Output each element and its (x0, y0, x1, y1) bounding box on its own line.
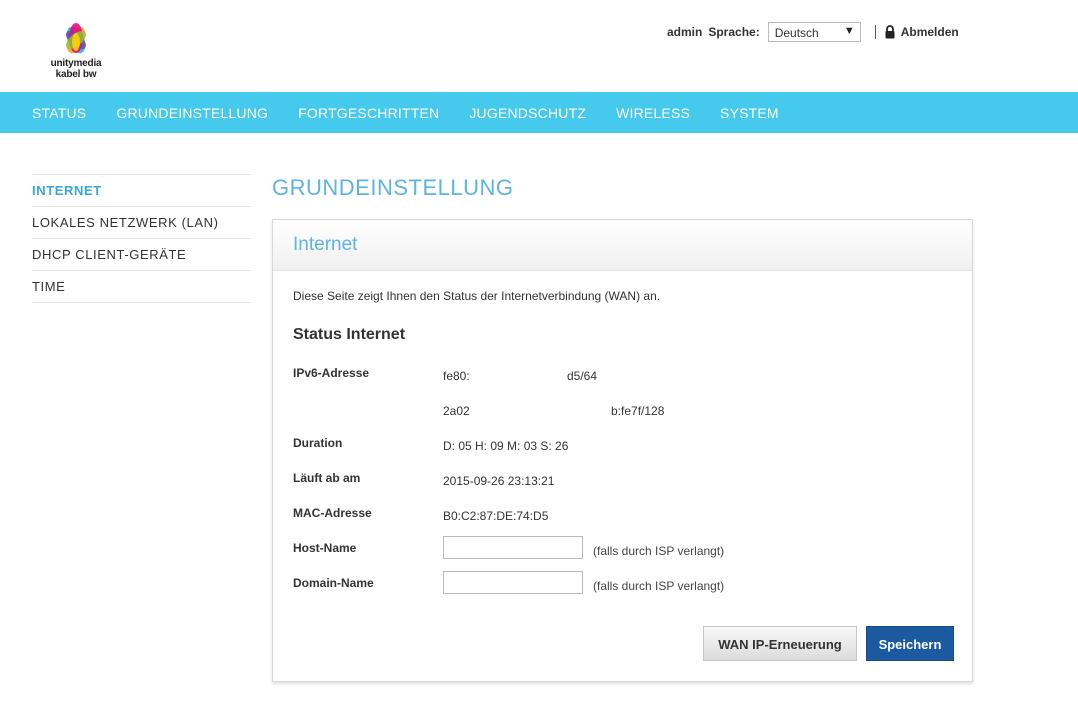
panel-description: Diese Seite zeigt Ihnen den Status der I… (293, 289, 661, 303)
nav-item-wireless[interactable]: WIRELESS (616, 105, 690, 121)
username: admin (667, 25, 703, 39)
nav-item-status[interactable]: STATUS (32, 105, 86, 121)
hostname-hint: (falls durch ISP verlangt) (593, 544, 725, 558)
ipv6-address-2-end: b:fe7f/128 (611, 404, 665, 418)
sidebar-item-lan[interactable]: LOKALES NETZWERK (LAN) (32, 206, 251, 238)
topbar-divider (874, 25, 876, 39)
sidebar-item-dhcp-clients[interactable]: DHCP CLIENT-GERÄTE (32, 238, 251, 270)
ipv6-address-1-end: d5/64 (567, 369, 598, 383)
internet-panel: Internet Diese Seite zeigt Ihnen den Sta… (272, 219, 973, 682)
page-title: GRUNDEINSTELLUNG (272, 175, 514, 200)
sidebar-item-internet[interactable]: INTERNET (32, 174, 251, 206)
expires-label: Läuft ab am (293, 471, 361, 485)
duration-label: Duration (293, 436, 343, 450)
panel-title: Internet (293, 234, 358, 255)
section-title: Status Internet (293, 326, 406, 343)
nav-item-system[interactable]: SYSTEM (720, 105, 779, 121)
nav-item-grundeinstellung[interactable]: GRUNDEINSTELLUNG (116, 105, 268, 121)
nav-item-jugendschutz[interactable]: JUGENDSCHUTZ (469, 105, 586, 121)
hostname-label: Host-Name (293, 541, 357, 555)
domainname-input[interactable] (443, 571, 583, 594)
ipv6-label: IPv6-Adresse (293, 366, 370, 380)
logo-flame-icon (66, 23, 86, 54)
expires-value: 2015-09-26 23:13:21 (443, 474, 555, 488)
domainname-label: Domain-Name (293, 576, 374, 590)
hostname-input[interactable] (443, 536, 583, 559)
ipv6-address-2-start: 2a02 (443, 404, 470, 418)
unitymedia-logo[interactable]: unitymedia kabel bw (46, 18, 106, 84)
brand-name: unitymedia (50, 58, 102, 69)
sidebar-item-time[interactable]: TIME (32, 270, 251, 303)
main-navigation: STATUS GRUNDEINSTELLUNG FORTGESCHRITTEN … (0, 92, 1078, 133)
language-select-value: Deutsch (774, 26, 819, 40)
duration-value: D: 05 H: 09 M: 03 S: 26 (443, 439, 569, 453)
dropdown-arrow-icon: ▼ (843, 25, 855, 37)
language-label: Sprache: (708, 25, 760, 39)
nav-item-fortgeschritten[interactable]: FORTGESCHRITTEN (298, 105, 439, 121)
language-select[interactable]: Deutsch ▼ (767, 22, 861, 42)
lock-icon (885, 25, 895, 39)
brand-subname: kabel bw (55, 69, 97, 80)
save-button[interactable]: Speichern (866, 626, 954, 661)
mac-value: B0:C2:87:DE:74:D5 (443, 509, 549, 523)
domainname-hint: (falls durch ISP verlangt) (593, 579, 725, 593)
mac-label: MAC-Adresse (293, 506, 372, 520)
wan-ip-renew-button[interactable]: WAN IP-Erneuerung (703, 626, 857, 661)
ipv6-address-1-start: fe80: (443, 369, 470, 383)
top-bar: admin Sprache: Deutsch ▼ Abmelden (667, 21, 959, 43)
panel-header: Internet (273, 220, 972, 271)
sidebar-menu: INTERNET LOKALES NETZWERK (LAN) DHCP CLI… (32, 174, 251, 303)
logout-link[interactable]: Abmelden (901, 25, 959, 39)
